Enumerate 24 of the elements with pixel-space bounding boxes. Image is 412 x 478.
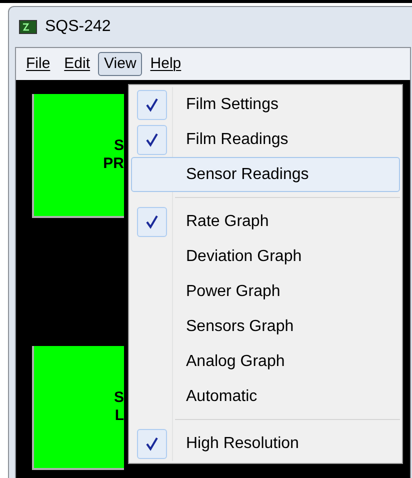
panel-text: PR [103, 155, 124, 173]
panel-text: S [114, 137, 124, 155]
panel-text: S [114, 389, 124, 407]
panel-text: L [114, 407, 124, 425]
menu-item[interactable]: Help [144, 52, 188, 76]
menu-option[interactable]: Rate Graph [131, 204, 400, 239]
checkmark-icon [137, 206, 167, 236]
checkmark-icon [137, 124, 167, 154]
menu-option[interactable]: Film Settings [131, 87, 400, 122]
menu-option[interactable]: High Resolution [131, 426, 400, 461]
menu-item[interactable]: File [20, 52, 56, 76]
checkmark-icon [137, 90, 167, 120]
window-title: SQS-242 [45, 17, 111, 37]
menu-item[interactable]: View [98, 52, 142, 76]
menu-item[interactable]: Edit [58, 52, 96, 76]
checkmark-icon [137, 428, 167, 458]
app-icon [19, 20, 37, 34]
menu-option[interactable]: Film Readings [131, 122, 400, 157]
menu-option[interactable]: Sensors Graph [131, 309, 400, 344]
menu-option[interactable]: Analog Graph [131, 344, 400, 379]
menu-option[interactable]: Deviation Graph [131, 239, 400, 274]
menu-option[interactable]: Sensor Readings [131, 157, 400, 192]
menu-option[interactable]: Automatic [131, 379, 400, 414]
menu-option[interactable]: Power Graph [131, 274, 400, 309]
